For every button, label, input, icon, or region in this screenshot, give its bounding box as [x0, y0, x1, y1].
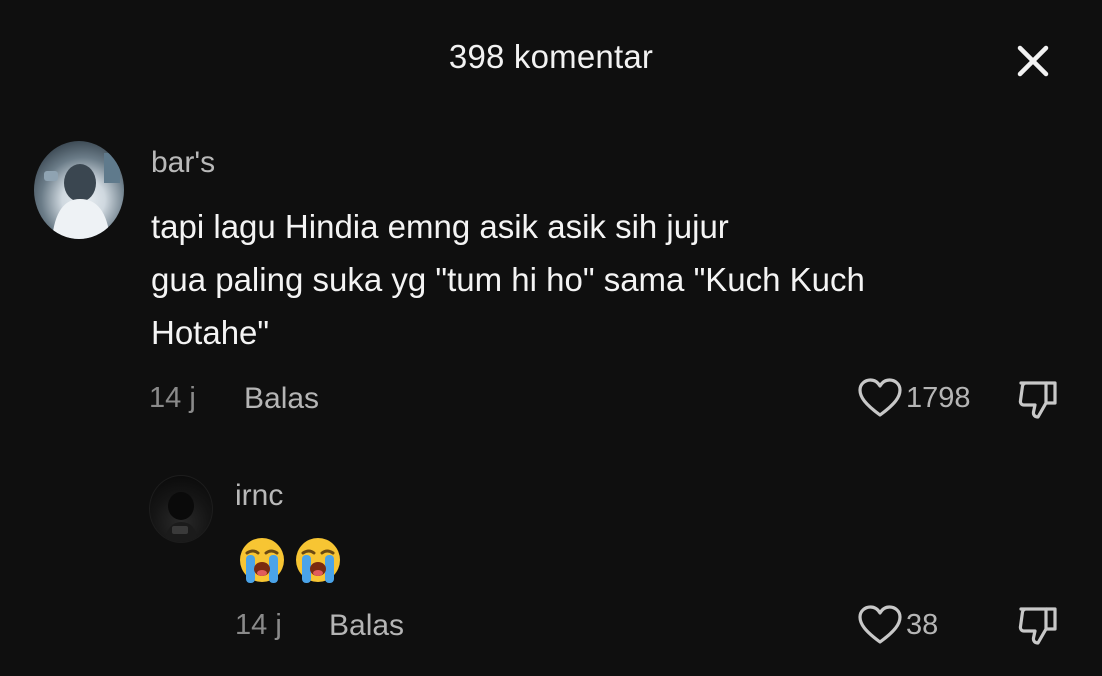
- comments-panel: 398 komentar bar's tapi lagu Hindia emng…: [0, 0, 1102, 676]
- loudly-crying-face-emoji: [296, 538, 340, 583]
- heart-icon: [858, 378, 902, 417]
- close-icon[interactable]: [1012, 40, 1054, 82]
- comment-text-line: tapi lagu Hindia emng asik asik sih juju…: [151, 208, 729, 245]
- like-button[interactable]: 1798: [857, 378, 971, 418]
- comment-count-title: 398 komentar: [448, 38, 654, 75]
- reply-button[interactable]: Balas: [244, 382, 319, 416]
- comment-text: tapi lagu Hindia emng asik asik sih juju…: [151, 200, 865, 359]
- comment-text-line: Hotahe": [151, 314, 270, 351]
- heart-icon: [858, 605, 902, 644]
- reply-button[interactable]: Balas: [329, 609, 404, 643]
- thumbs-down-icon[interactable]: [1016, 604, 1060, 648]
- comment-username[interactable]: irnc: [235, 479, 283, 513]
- comment-text-line: gua paling suka yg "tum hi ho" sama "Kuc…: [151, 261, 865, 298]
- thumbs-down-icon[interactable]: [1016, 378, 1060, 422]
- avatar[interactable]: [34, 141, 124, 239]
- like-count: 1798: [906, 381, 971, 414]
- loudly-crying-face-emoji: [240, 538, 284, 583]
- avatar[interactable]: [149, 475, 213, 543]
- avatar-image: [164, 492, 198, 542]
- like-count: 38: [906, 608, 939, 641]
- like-button[interactable]: 38: [857, 605, 938, 645]
- avatar-image: [44, 153, 120, 239]
- comment-username[interactable]: bar's: [151, 146, 215, 180]
- comment-timestamp: 14 j: [149, 382, 196, 414]
- comment-timestamp: 14 j: [235, 609, 282, 641]
